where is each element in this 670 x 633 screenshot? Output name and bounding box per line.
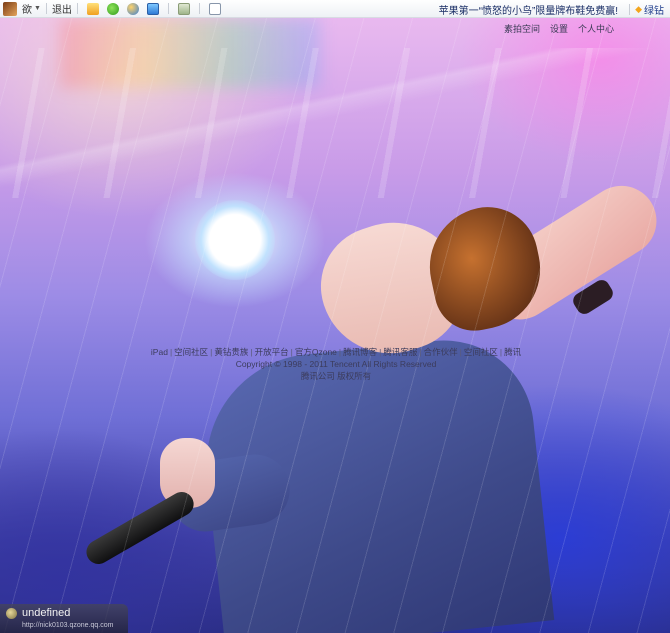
divider: | <box>250 347 253 357</box>
message-icon[interactable] <box>86 2 99 15</box>
footer-link[interactable]: 腾讯博客 <box>343 347 377 357</box>
divider: | <box>210 347 213 357</box>
document-icon[interactable] <box>208 2 221 15</box>
footer-link[interactable]: 空间社区 <box>464 347 498 357</box>
divider <box>167 3 169 14</box>
nav-item-settings[interactable]: 设置 <box>550 22 568 35</box>
footer-link[interactable]: iPad <box>151 347 168 357</box>
divider: | <box>419 347 422 357</box>
footer-link[interactable]: 腾讯客服 <box>383 347 417 357</box>
divider <box>198 3 200 14</box>
rain-overlay <box>0 18 670 633</box>
app-icon[interactable] <box>177 2 190 15</box>
user-avatar[interactable] <box>3 1 17 16</box>
divider <box>76 3 78 14</box>
footer-link[interactable]: 黄钻贵族 <box>214 347 248 357</box>
vip-link[interactable]: 绿钻 <box>644 2 664 17</box>
divider: | <box>459 347 462 357</box>
promo-marquee[interactable]: 苹果第一“愤怒的小鸟”限量牌布鞋免费赢! <box>439 2 618 17</box>
footer-link[interactable]: 腾讯 <box>504 347 521 357</box>
background-photo <box>0 18 670 633</box>
clover-icon[interactable] <box>106 2 119 15</box>
photo-icon[interactable] <box>146 2 159 15</box>
logout-link[interactable]: 退出 <box>52 1 72 16</box>
divider: | <box>290 347 293 357</box>
footer-link[interactable]: 开放平台 <box>255 347 289 357</box>
diamond-icon: ◆ <box>635 3 642 14</box>
divider: | <box>499 347 503 357</box>
footer-link[interactable]: 空间社区 <box>174 347 208 357</box>
divider: | <box>379 347 382 357</box>
nav-item-photo-space[interactable]: 素拍空间 <box>504 22 540 35</box>
badge-name: undefined <box>22 607 71 619</box>
divider: | <box>338 347 342 357</box>
divider <box>45 3 47 14</box>
profile-badge[interactable]: undefined http://nick0103.qzone.qq.com <box>0 604 128 633</box>
space-nav: 素拍空间 设置 个人中心 <box>504 22 614 35</box>
footer: iPad | 空间社区 | 黄钻贵族 | 开放平台 | 官方Qzone | 腾讯博客 | 腾讯客服 | 合作… <box>146 346 526 382</box>
footer-link[interactable]: 官方Qzone <box>295 347 337 357</box>
divider: | <box>169 347 173 357</box>
user-icon <box>6 608 17 619</box>
game-icon[interactable] <box>126 2 139 15</box>
badge-url[interactable]: http://nick0103.qzone.qq.com <box>22 622 113 629</box>
copyright-text: Copyright © 1998 - 2011 Tencent All Righ… <box>235 359 437 369</box>
nav-item-personal-center[interactable]: 个人中心 <box>578 22 614 35</box>
footer-links: iPad | 空间社区 | 黄钻贵族 | 开放平台 | 官方Qzone | 腾讯博客 | 腾讯客服 | 合作… <box>146 346 526 358</box>
footer-link[interactable]: 合作伙伴 <box>424 347 458 357</box>
top-toolbar: 欲 ▼ 退出 苹果第一“愤怒的小鸟”限量牌布鞋免费赢! ◆ 绿钻 <box>0 0 670 18</box>
username[interactable]: 欲 <box>22 1 32 16</box>
chevron-down-icon[interactable]: ▼ <box>34 5 41 12</box>
divider <box>629 3 631 15</box>
company-text: 腾讯公司 版权所有 <box>300 371 372 381</box>
